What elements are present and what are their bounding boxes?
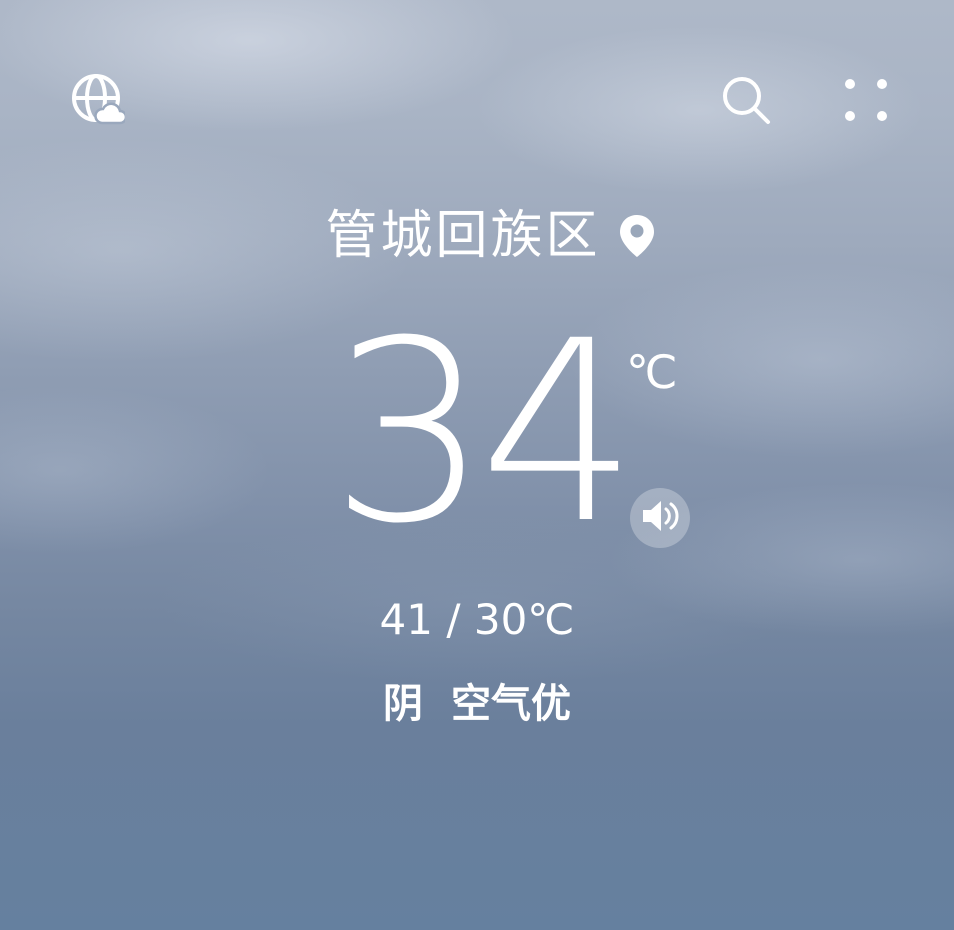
air-quality[interactable]: 空气优 [451, 674, 571, 734]
voice-broadcast-button[interactable] [630, 488, 690, 548]
location-pin-icon [617, 213, 657, 259]
search-icon [720, 74, 772, 126]
location-name: 管城回族区 [325, 206, 601, 266]
search-button[interactable] [716, 70, 776, 130]
world-weather-button[interactable] [68, 70, 128, 130]
weather-condition: 阴 [383, 681, 423, 727]
location-header[interactable]: 管城回族区 [0, 198, 954, 274]
current-temperature: 34 ℃ [0, 308, 954, 558]
temperature-unit: ℃ [626, 345, 678, 399]
weather-condition-row: 阴 空气优 [0, 674, 954, 734]
more-menu-button[interactable] [836, 70, 896, 130]
globe-cloud-icon [71, 73, 125, 127]
temperature-range: 41 / 30℃ [379, 595, 575, 644]
temperature-value: 34 [330, 287, 638, 578]
speaker-icon [640, 499, 680, 537]
grid-dots-icon [843, 77, 889, 123]
